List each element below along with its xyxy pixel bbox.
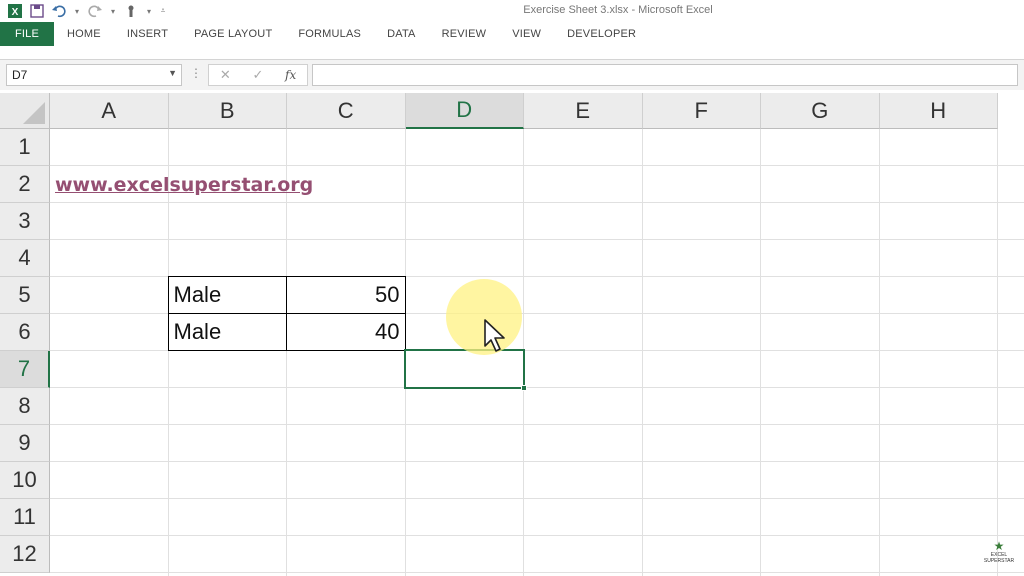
cell-b5: Male bbox=[167, 276, 287, 314]
cancel-icon[interactable]: ✕ bbox=[214, 67, 236, 83]
row-header-2[interactable]: 2 bbox=[0, 166, 50, 203]
title-bar: X ▾ ▾ ▾ ⩡ Exercise Sheet 3.xlsx - Micros… bbox=[0, 0, 1024, 22]
row-header-9[interactable]: 9 bbox=[0, 425, 50, 462]
gridline-horizontal bbox=[50, 387, 1024, 388]
star-logo-icon: ★ bbox=[993, 539, 1005, 553]
quick-access-toolbar: X ▾ ▾ ▾ ⩡ bbox=[6, 2, 168, 20]
select-all-button[interactable] bbox=[0, 93, 50, 129]
svg-text:X: X bbox=[12, 7, 19, 18]
gridline-horizontal bbox=[50, 498, 1024, 499]
touch-mode-icon[interactable] bbox=[122, 2, 140, 20]
excel-logo-icon[interactable]: X bbox=[6, 2, 24, 20]
tab-page-layout[interactable]: PAGE LAYOUT bbox=[181, 22, 285, 46]
formula-bar-splitter-icon[interactable]: ⋮ bbox=[190, 66, 202, 80]
row-header-1[interactable]: 1 bbox=[0, 129, 50, 166]
row-header-10[interactable]: 10 bbox=[0, 462, 50, 499]
column-header-h[interactable]: H bbox=[879, 93, 998, 129]
redo-dropdown-icon[interactable]: ▾ bbox=[108, 2, 118, 20]
gridline-vertical bbox=[997, 129, 998, 576]
select-all-triangle-icon bbox=[23, 102, 45, 124]
row-header-3[interactable]: 3 bbox=[0, 203, 50, 240]
cell-a2-hyperlink[interactable]: www.excelsuperstar.org bbox=[50, 166, 406, 203]
row-header-6[interactable]: 6 bbox=[0, 314, 50, 351]
tab-home[interactable]: HOME bbox=[54, 22, 114, 46]
row-header-5[interactable]: 5 bbox=[0, 277, 50, 314]
column-header-c[interactable]: C bbox=[287, 93, 406, 129]
gridline-horizontal bbox=[50, 239, 1024, 240]
ribbon-collapsed-area bbox=[0, 46, 1024, 60]
mouse-pointer-icon bbox=[484, 319, 505, 352]
formula-bar-buttons: ✕ ✓ fx bbox=[208, 64, 308, 86]
column-header-a[interactable]: A bbox=[50, 93, 169, 129]
fill-handle[interactable] bbox=[521, 385, 527, 391]
tab-data[interactable]: DATA bbox=[374, 22, 429, 46]
row-header-12[interactable]: 12 bbox=[0, 536, 50, 573]
name-box[interactable]: D7 ▼ bbox=[6, 64, 182, 86]
tab-review[interactable]: REVIEW bbox=[429, 22, 500, 46]
tab-formulas[interactable]: FORMULAS bbox=[285, 22, 374, 46]
name-box-dropdown-icon[interactable]: ▼ bbox=[168, 68, 177, 78]
gridline-vertical bbox=[641, 129, 643, 576]
watermark-text: EXCEL SUPERSTAR bbox=[983, 552, 1015, 564]
row-header-4[interactable]: 4 bbox=[0, 240, 50, 277]
enter-icon[interactable]: ✓ bbox=[247, 67, 269, 83]
save-icon[interactable] bbox=[28, 2, 46, 20]
tab-file[interactable]: FILE bbox=[0, 22, 54, 46]
insert-function-icon[interactable]: fx bbox=[280, 68, 302, 82]
undo-icon[interactable] bbox=[50, 2, 68, 20]
touch-mode-dropdown-icon[interactable]: ▾ bbox=[144, 2, 154, 20]
column-header-e[interactable]: E bbox=[524, 93, 643, 129]
gridline-horizontal bbox=[50, 572, 1024, 573]
active-cell-border bbox=[403, 349, 525, 389]
redo-icon[interactable] bbox=[86, 2, 104, 20]
row-header-7[interactable]: 7 bbox=[0, 351, 50, 388]
cell-b6: Male bbox=[167, 313, 287, 351]
tab-view[interactable]: VIEW bbox=[499, 22, 554, 46]
column-header-f[interactable]: F bbox=[642, 93, 761, 129]
ribbon-tabs: FILE HOME INSERT PAGE LAYOUT FORMULAS DA… bbox=[0, 22, 1024, 46]
formula-input[interactable] bbox=[312, 64, 1018, 86]
undo-dropdown-icon[interactable]: ▾ bbox=[72, 2, 82, 20]
customize-qat-icon[interactable]: ⩡ bbox=[158, 2, 168, 20]
gridline-vertical bbox=[760, 129, 761, 576]
gridline-vertical bbox=[878, 129, 880, 576]
column-header-g[interactable]: G bbox=[761, 93, 880, 129]
cell-c6: 40 bbox=[286, 313, 406, 351]
row-header-8[interactable]: 8 bbox=[0, 388, 50, 425]
tab-developer[interactable]: DEVELOPER bbox=[554, 22, 649, 46]
name-box-value: D7 bbox=[12, 68, 28, 82]
tab-insert[interactable]: INSERT bbox=[114, 22, 181, 46]
column-header-b[interactable]: B bbox=[168, 93, 287, 129]
column-header-d[interactable]: D bbox=[405, 93, 524, 129]
gridline-horizontal bbox=[50, 535, 1024, 536]
excel-superstar-watermark: ★ EXCEL SUPERSTAR bbox=[984, 540, 1014, 568]
row-header-11[interactable]: 11 bbox=[0, 499, 50, 536]
worksheet-grid[interactable]: ABCDEFGH 1 2 3 4 5 6 7 8 9 10 11 12 www.excelsupers… bbox=[0, 93, 1024, 576]
cell-c5: 50 bbox=[286, 276, 406, 314]
formula-bar: D7 ▼ ⋮ ✕ ✓ fx bbox=[0, 60, 1024, 90]
gridline-horizontal bbox=[50, 424, 1024, 425]
gridline-horizontal bbox=[50, 461, 1024, 462]
